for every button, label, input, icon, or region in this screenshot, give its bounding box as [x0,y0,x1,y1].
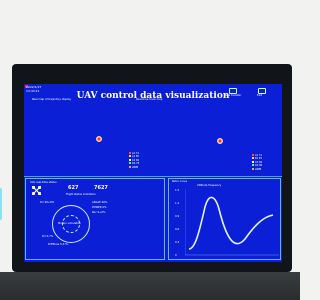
legend-swatch [252,167,254,170]
data-transfer-button[interactable]: Data transfer [224,94,241,97]
motion-label: Motion simulation [58,222,82,225]
uav-marker-2[interactable] [217,138,223,144]
y-tick-label: 0.6 [175,228,180,231]
center-caption: Real-time track map [136,98,163,101]
uav-status-panel: UAV real-time status 627 7627 Flight sta… [25,178,165,260]
y-tick-label: 1.5 [175,189,180,192]
section-divider [24,176,282,177]
legend-swatch [252,160,254,163]
dashboard-screen: 2022/1/27 13:43:41 UAV control data visu… [24,84,282,262]
stat-line-1: Dir 90+0% [40,201,55,204]
rotor-curve-plot [185,189,279,256]
legend-swatch [129,158,131,161]
status-caption: UAV real-time status [30,181,57,184]
curve-caption: Rotor curve [172,180,188,183]
legend-swatch [129,165,131,168]
legend-swatch [252,154,254,156]
status-subtitle: Flight status indicators [66,193,96,196]
y-tick-label: 1.2 [175,202,180,205]
legend-label: LNPB [255,167,262,171]
rotor-curve-panel: Rotor curve Attitude frequency 1.5 1.2 0.9… [168,178,281,260]
legend-swatch [252,157,254,160]
stat-line-2: ANGLE 40% [92,201,108,204]
y-tick-label: 0.3 [175,241,180,244]
legend-swatch [252,164,254,167]
bottom-label: DiffTorse 0.37% [48,243,69,246]
legend-left: A1 74 A1 85 C4 69 D4 78 LNPB [129,152,139,169]
y-tick-label: 0.9 [175,215,180,218]
side-handle [0,188,2,220]
legend-label: LNPB [132,165,139,169]
dashboard-header: 2022/1/27 13:43:41 UAV control data visu… [24,84,282,106]
curve-legend: Attitude frequency [197,184,222,187]
rotor-curve-line [188,196,274,250]
legend-swatch [129,152,131,154]
legend-swatch [129,155,131,158]
uav-icon [32,186,41,195]
exit-button[interactable]: Exit [257,94,262,97]
desk-surface [0,272,300,300]
legend-right: A1 74 B1 85 C4 69 D4 80 LNPB [252,154,262,171]
track-map-view[interactable]: A1 74 A1 85 C4 69 D4 78 LNPB A1 74 B1 85 C4 69… [24,106,282,176]
stat-line-3: POWER 0% [92,206,107,209]
uav-marker-1[interactable] [96,136,102,142]
count-b: 7627 [94,185,108,191]
left-caption: Real map of trajectory display [32,98,71,101]
count-a: 627 [68,185,79,191]
legend-swatch [129,162,131,165]
stat-line-4: Rec 9+0% [92,211,106,214]
legend-item: LNPB [129,165,139,169]
stat-line-5: Dir 0.7% [42,235,54,238]
legend-item: LNPB [252,167,262,171]
y-tick-label: 0 [175,254,177,257]
